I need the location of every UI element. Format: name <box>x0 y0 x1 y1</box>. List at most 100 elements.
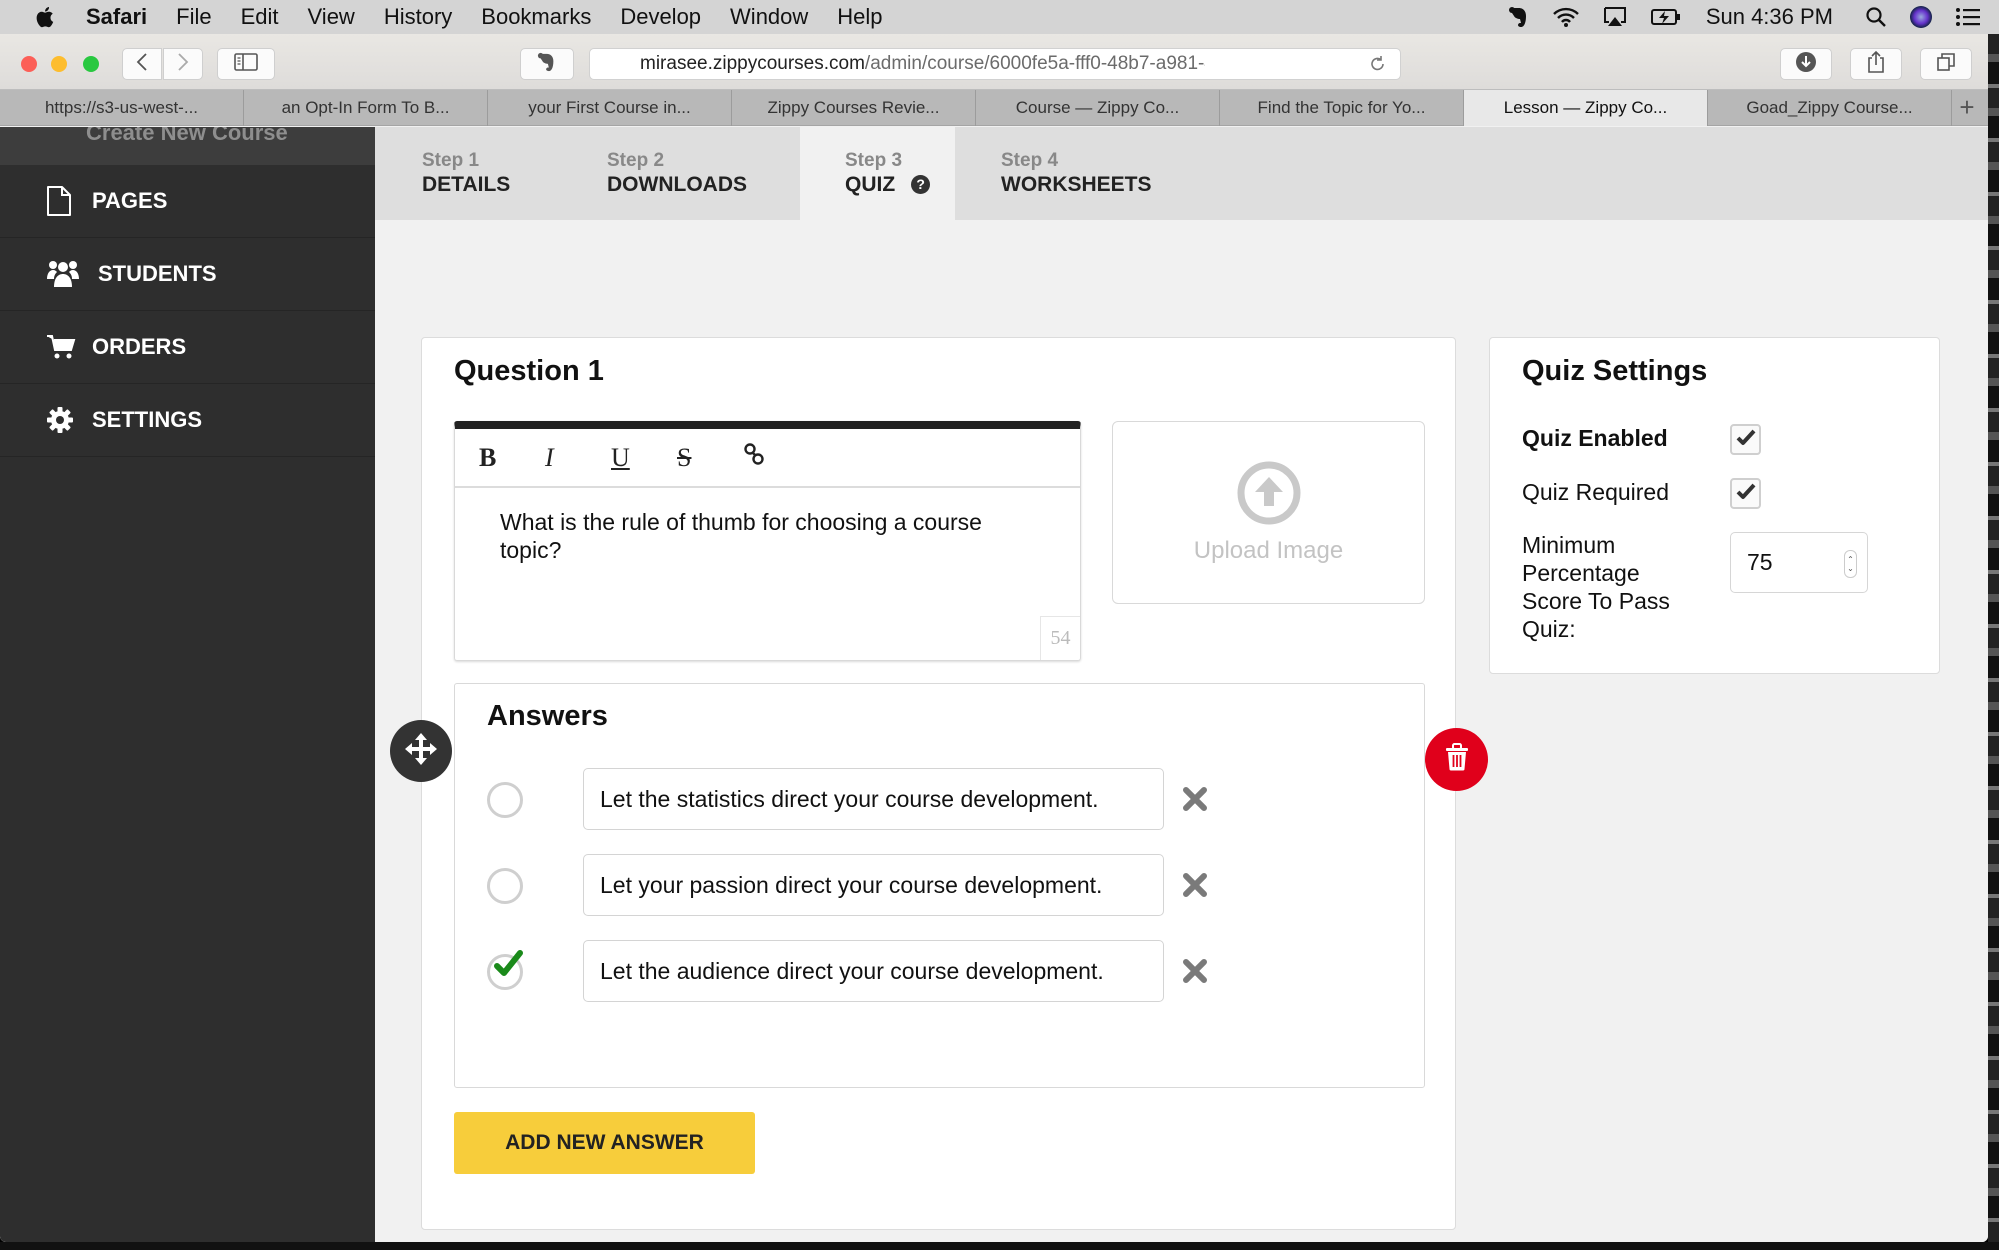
chevron-left-icon <box>136 52 148 77</box>
add-new-answer-button[interactable]: ADD NEW ANSWER <box>454 1112 755 1174</box>
spinner-up-icon[interactable]: ⌃ <box>1847 555 1854 564</box>
minimize-window-button[interactable] <box>51 56 67 72</box>
browser-tab[interactable]: Find the Topic for Yo... <box>1220 90 1464 126</box>
menu-safari[interactable]: Safari <box>86 4 147 30</box>
new-tab-button[interactable]: + <box>1952 90 1982 125</box>
spinner-down-icon[interactable]: ⌄ <box>1847 564 1854 573</box>
browser-tab[interactable]: Course — Zippy Co... <box>976 90 1220 126</box>
step-number: Step 2 <box>607 150 665 171</box>
siri-icon[interactable] <box>1909 5 1933 29</box>
admin-sidebar: Create New Course PAGES STUDENTS ORDERS … <box>0 127 375 1242</box>
menu-help[interactable]: Help <box>837 4 882 30</box>
close-window-button[interactable] <box>21 56 37 72</box>
quiz-settings-card: Quiz Settings Quiz Enabled Quiz Required… <box>1489 337 1940 674</box>
apple-menu-icon[interactable] <box>30 3 58 31</box>
question-text-area[interactable]: What is the rule of thumb for choosing a… <box>455 488 1080 584</box>
bold-button[interactable]: B <box>479 443 545 473</box>
battery-charging-icon[interactable] <box>1650 7 1682 27</box>
remove-answer-icon[interactable] <box>1182 872 1208 898</box>
reload-icon[interactable] <box>1368 54 1388 80</box>
sidebar-item-pages[interactable]: PAGES <box>0 165 375 238</box>
tab-step-details[interactable]: Step 1 DETAILS <box>422 127 602 220</box>
browser-tab[interactable]: Zippy Courses Revie... <box>732 90 976 126</box>
share-button[interactable] <box>1850 48 1902 80</box>
tabs-overview-icon <box>1936 52 1956 77</box>
browser-toolbar: mirasee.zippycourses.com/admin/course/60… <box>0 34 1988 90</box>
sidebar-item-students[interactable]: STUDENTS <box>0 238 375 311</box>
url-host: mirasee.zippycourses.com <box>640 53 865 74</box>
step-label: QUIZ <box>845 173 896 196</box>
tab-title: Lesson — Zippy Co... <box>1503 98 1668 117</box>
tab-step-worksheets[interactable]: Step 4 WORKSHEETS <box>1001 127 1221 220</box>
answer-row: Let the audience direct your course deve… <box>487 940 1247 1002</box>
wifi-icon[interactable] <box>1552 6 1580 28</box>
notification-center-icon[interactable] <box>1955 7 1981 27</box>
back-button[interactable] <box>122 48 162 80</box>
menu-view[interactable]: View <box>308 4 355 30</box>
answers-panel: Answers Let the statistics direct your c… <box>454 683 1425 1088</box>
airplay-icon[interactable] <box>1602 6 1628 28</box>
evernote-extension-button[interactable] <box>520 48 574 80</box>
tab-step-quiz[interactable]: Step 3 QUIZ? <box>800 127 955 220</box>
browser-tab[interactable]: Goad_Zippy Course... <box>1708 90 1952 126</box>
number-spinner[interactable]: ⌃ ⌄ <box>1844 550 1857 578</box>
users-icon <box>46 259 92 289</box>
help-icon[interactable]: ? <box>911 174 931 194</box>
drag-handle[interactable] <box>390 720 452 782</box>
sidebar-item-settings[interactable]: SETTINGS <box>0 384 375 457</box>
browser-tab-active[interactable]: Lesson — Zippy Co... <box>1464 90 1708 126</box>
trash-icon <box>1445 743 1469 776</box>
answer-row: Let your passion direct your course deve… <box>487 854 1247 916</box>
forward-button[interactable] <box>163 48 203 80</box>
menu-window[interactable]: Window <box>730 4 808 30</box>
quiz-enabled-label: Quiz Enabled <box>1522 425 1668 451</box>
tab-step-downloads[interactable]: Step 2 DOWNLOADS <box>607 127 807 220</box>
sidebar-item-label: ORDERS <box>92 334 187 359</box>
answer-input[interactable]: Let the statistics direct your course de… <box>583 768 1164 830</box>
browser-tab-bar: https://s3-us-west-... an Opt-In Form To… <box>0 90 1988 126</box>
downloads-button[interactable] <box>1780 48 1832 80</box>
answer-input[interactable]: Let the audience direct your course deve… <box>583 940 1164 1002</box>
maximize-window-button[interactable] <box>83 56 99 72</box>
desktop-background-bottom <box>0 1242 1999 1250</box>
sidebar-icon <box>234 52 258 76</box>
menu-history[interactable]: History <box>384 4 452 30</box>
quiz-required-checkbox[interactable] <box>1730 478 1761 509</box>
strikethrough-button[interactable]: S <box>677 443 743 473</box>
spotlight-search-icon[interactable] <box>1865 6 1887 28</box>
correct-answer-radio[interactable] <box>487 868 523 904</box>
sidebar-toggle-button[interactable] <box>217 48 275 80</box>
menu-edit[interactable]: Edit <box>241 4 279 30</box>
menu-file[interactable]: File <box>176 4 211 30</box>
correct-answer-radio[interactable] <box>487 782 523 818</box>
chevron-right-icon <box>177 52 189 77</box>
create-new-course-label: Create New Course <box>86 127 288 145</box>
browser-tab[interactable]: https://s3-us-west-... <box>0 90 244 126</box>
answer-input[interactable]: Let your passion direct your course deve… <box>583 854 1164 916</box>
menu-bookmarks[interactable]: Bookmarks <box>481 4 591 30</box>
min-score-input[interactable]: 75 ⌃ ⌄ <box>1730 532 1868 593</box>
browser-tab[interactable]: an Opt-In Form To B... <box>244 90 488 126</box>
browser-tab[interactable]: your First Course in... <box>488 90 732 126</box>
character-count: 54 <box>1040 616 1080 660</box>
show-all-tabs-button[interactable] <box>1920 48 1972 80</box>
delete-question-button[interactable] <box>1425 728 1488 791</box>
upload-image-button[interactable]: Upload Image <box>1112 421 1425 604</box>
create-new-course-link[interactable]: Create New Course <box>0 127 375 165</box>
link-button[interactable] <box>743 442 809 473</box>
quiz-enabled-checkbox[interactable] <box>1730 424 1761 455</box>
menu-develop[interactable]: Develop <box>620 4 701 30</box>
italic-button[interactable]: I <box>545 443 611 473</box>
correct-answer-radio-selected[interactable] <box>487 950 523 990</box>
question-card: Question 1 B I U S What is the rule of t… <box>421 337 1456 1230</box>
underline-button[interactable]: U <box>611 443 677 473</box>
address-bar[interactable]: mirasee.zippycourses.com/admin/course/60… <box>589 48 1401 80</box>
evernote-icon[interactable] <box>1508 5 1530 29</box>
remove-answer-icon[interactable] <box>1182 786 1208 812</box>
sidebar-item-orders[interactable]: ORDERS <box>0 311 375 384</box>
remove-answer-icon[interactable] <box>1182 958 1208 984</box>
share-icon <box>1866 50 1886 79</box>
upload-image-label: Upload Image <box>1193 537 1344 564</box>
clock[interactable]: Sun 4:36 PM <box>1706 4 1833 30</box>
answers-title: Answers <box>487 700 608 732</box>
